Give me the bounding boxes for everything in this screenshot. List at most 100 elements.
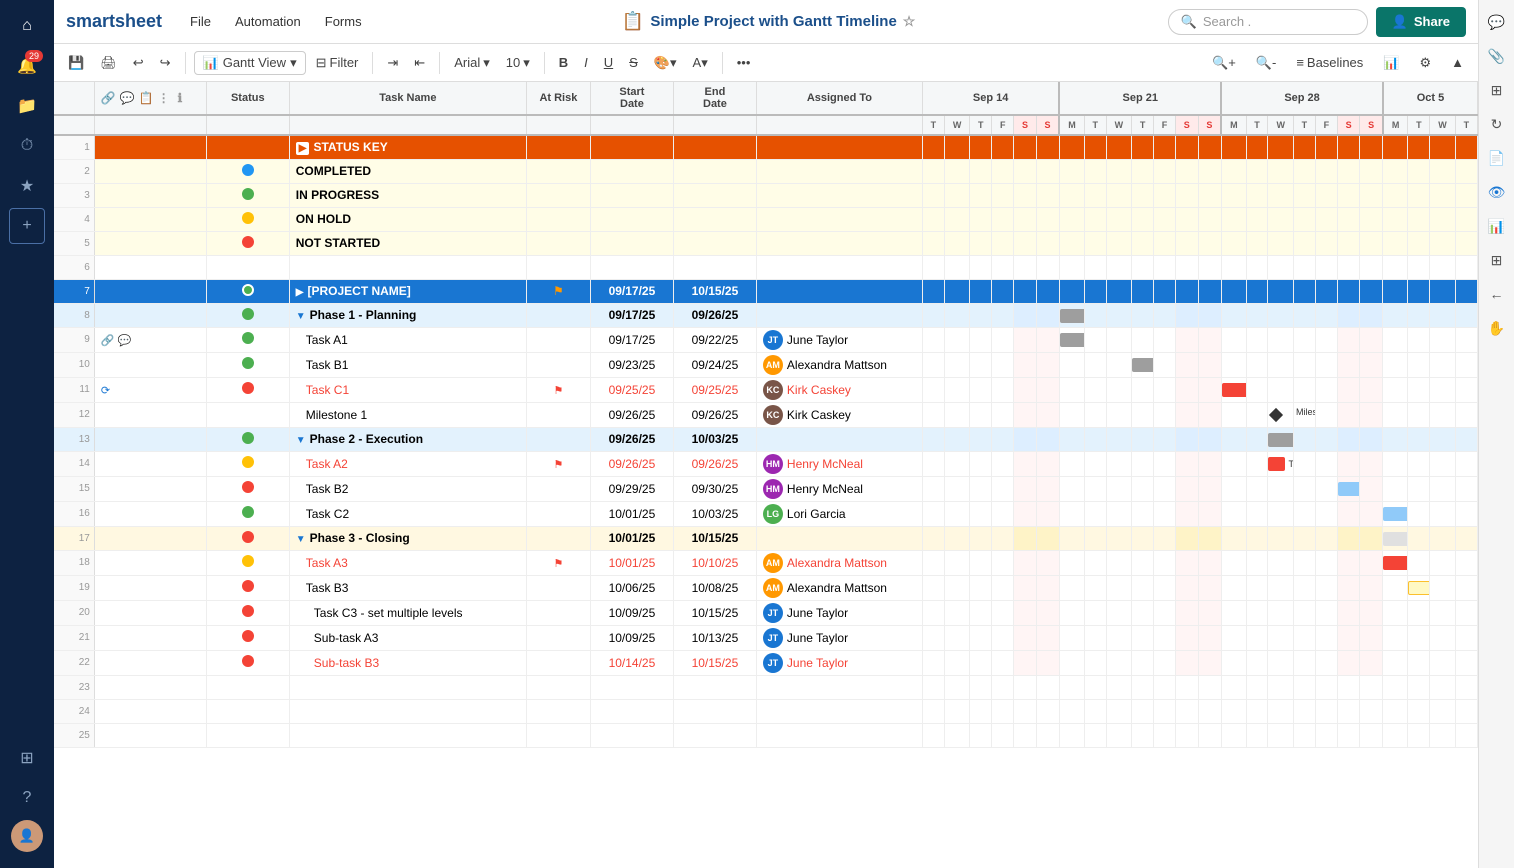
gantt-cell — [1408, 575, 1430, 600]
gantt-cell — [1175, 723, 1198, 747]
icons-cell — [94, 600, 206, 625]
d-w4: W — [1430, 115, 1455, 135]
indent-btn[interactable]: ⇥ — [381, 52, 404, 74]
user-avatar[interactable]: 👤 — [11, 820, 43, 852]
gantt-cell — [1198, 650, 1221, 675]
row-num: 10 — [54, 352, 94, 377]
italic-btn[interactable]: I — [578, 52, 594, 73]
text-color-btn[interactable]: A▾ — [687, 52, 714, 74]
flag-icon: ⚑ — [553, 558, 563, 570]
rp-grid-icon[interactable]: ⊞ — [1483, 246, 1511, 274]
gantt-cell — [944, 207, 969, 231]
gantt-cell — [1268, 476, 1293, 501]
rp-comment-icon[interactable]: 💬 — [1483, 8, 1511, 36]
settings-btn[interactable]: ⚙ — [1413, 52, 1437, 74]
status-dot — [242, 284, 254, 296]
list-item: 16 Task C2 10/01/25 10/03/25 LG Lori Gar… — [54, 501, 1478, 526]
search-box[interactable]: 🔍 Search . — [1168, 9, 1368, 35]
save-btn[interactable]: 💾 — [62, 52, 90, 74]
font-selector[interactable]: Arial▾ — [448, 52, 496, 74]
gantt-cell — [1106, 526, 1131, 550]
baselines-btn[interactable]: ≡ Baselines — [1290, 52, 1369, 73]
gantt-cell — [1154, 402, 1176, 427]
gantt-cell — [1246, 327, 1268, 352]
rp-chart-icon[interactable]: 📊 — [1483, 212, 1511, 240]
gantt-cell — [970, 476, 992, 501]
gantt-cell — [1408, 255, 1430, 279]
bold-btn[interactable]: B — [553, 52, 574, 73]
d-m2: M — [1221, 115, 1246, 135]
enddate-col-header[interactable]: EndDate — [673, 82, 756, 115]
outdent-btn[interactable]: ⇤ — [408, 52, 431, 74]
gantt-cell — [1036, 352, 1059, 377]
rp-hand-icon[interactable]: ✋ — [1483, 314, 1511, 342]
more-btn[interactable]: ••• — [731, 52, 757, 73]
status-cell — [206, 207, 289, 231]
gantt-cell — [970, 575, 992, 600]
redo-btn[interactable]: ↪ — [154, 52, 177, 74]
gantt-cell — [970, 501, 992, 526]
underline-btn[interactable]: U — [598, 52, 619, 73]
print-btn[interactable]: 🖨 — [94, 52, 123, 74]
assigned-cell — [756, 699, 922, 723]
menu-file[interactable]: File — [182, 10, 219, 33]
gantt-cell — [1036, 377, 1059, 402]
rp-report-icon[interactable]: 📄 — [1483, 144, 1511, 172]
gantt-cell — [1293, 279, 1315, 303]
toolbar-right: 🔍+ 🔍- ≡ Baselines 📊 ⚙ ▲ — [1206, 52, 1470, 74]
gantt-cell — [1455, 575, 1477, 600]
share-button[interactable]: 👤 Share — [1376, 7, 1466, 37]
clock-icon[interactable]: ⏱ — [9, 128, 45, 164]
apps-icon[interactable]: ⊞ — [9, 740, 45, 776]
toolbar: 💾 🖨 ↩ ↪ 📊 Gantt View ▾ ⊟ Filter ⇥ ⇤ Aria… — [54, 44, 1478, 82]
filter-btn[interactable]: ⊟ Filter — [310, 52, 365, 74]
plus-icon[interactable]: + — [9, 208, 45, 244]
start-cell: 09/23/25 — [590, 352, 673, 377]
assigned-cell-content: HM Henry McNeal — [763, 454, 916, 474]
font-size-selector[interactable]: 10▾ — [500, 52, 536, 74]
menu-forms[interactable]: Forms — [317, 10, 370, 33]
bg-color-btn[interactable]: 🎨▾ — [648, 52, 683, 74]
zoom-out-btn[interactable]: 🔍- — [1250, 52, 1283, 74]
rp-eye-icon[interactable]: 👁 — [1483, 178, 1511, 206]
rp-attach-icon[interactable]: 📎 — [1483, 42, 1511, 70]
notification-icon[interactable]: 🔔 29 — [9, 48, 45, 84]
startdate-col-header[interactable]: StartDate — [590, 82, 673, 115]
menu-automation[interactable]: Automation — [227, 10, 309, 33]
row-num: 8 — [54, 303, 94, 327]
undo-btn[interactable]: ↩ — [127, 52, 150, 74]
assignee-avatar: LG — [763, 504, 783, 524]
taskname-col-header[interactable]: Task Name — [289, 82, 526, 115]
status-cell — [206, 625, 289, 650]
rp-refresh-icon[interactable]: ↻ — [1483, 110, 1511, 138]
flag-icon: ⚑ — [553, 284, 564, 298]
list-item: 2 COMPLETED — [54, 159, 1478, 183]
status-cell — [206, 255, 289, 279]
strikethrough-btn[interactable]: S — [623, 52, 644, 73]
d-s5: S — [1337, 115, 1360, 135]
assignee-avatar: JT — [763, 653, 783, 673]
gantt-cell — [1014, 526, 1037, 550]
favorite-star[interactable]: ☆ — [903, 13, 916, 30]
status-cell — [206, 699, 289, 723]
rp-layout-icon[interactable]: ⊞ — [1483, 76, 1511, 104]
atrisk-col-header[interactable]: At Risk — [526, 82, 590, 115]
gantt-cell — [1014, 377, 1037, 402]
rp-arrow-icon[interactable]: ← — [1483, 280, 1511, 308]
summary-btn[interactable]: 📊 — [1377, 52, 1405, 74]
zoom-in-btn[interactable]: 🔍+ — [1206, 52, 1242, 74]
help-icon[interactable]: ? — [9, 780, 45, 816]
row-num: 24 — [54, 699, 94, 723]
status-cell — [206, 650, 289, 675]
gantt-cell — [970, 352, 992, 377]
folder-icon[interactable]: 📁 — [9, 88, 45, 124]
gantt-cell — [1337, 327, 1360, 352]
collapse-btn[interactable]: ▲ — [1445, 52, 1470, 73]
assigned-col-header[interactable]: Assigned To — [756, 82, 922, 115]
home-icon[interactable]: ⌂ — [9, 8, 45, 44]
status-col-header[interactable]: Status — [206, 82, 289, 115]
gantt-cell — [1337, 451, 1360, 476]
notification-badge: 29 — [25, 50, 43, 62]
gantt-view-btn[interactable]: 📊 Gantt View ▾ — [194, 51, 306, 75]
star-icon[interactable]: ★ — [9, 168, 45, 204]
